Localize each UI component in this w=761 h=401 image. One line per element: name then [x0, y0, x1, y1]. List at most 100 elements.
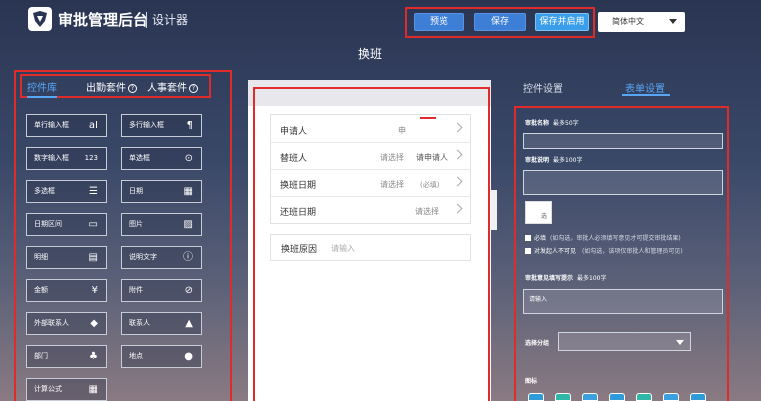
control-detail[interactable]: 明细 ▤ — [26, 246, 107, 269]
group-label: 选择分组 — [525, 340, 550, 347]
tab-label: 人事套件 — [147, 83, 187, 94]
preview-button[interactable]: 预览 — [414, 13, 464, 31]
radio-icon: ⊙ — [184, 153, 193, 164]
image-icon: ▨ — [183, 219, 193, 230]
calendar-icon: ▦ — [183, 186, 193, 197]
control-label: 日期区间 — [34, 220, 62, 228]
control-attachment[interactable]: 附件 ⊘ — [121, 279, 202, 302]
save-and-enable-button[interactable]: 保存并启用 — [535, 13, 589, 31]
tab-form-settings[interactable]: 表单设置 — [625, 80, 665, 95]
approval-icon-option[interactable] — [582, 393, 598, 401]
checkbox[interactable] — [525, 235, 531, 241]
control-image[interactable]: 图片 ▨ — [121, 213, 202, 236]
chevron-down-icon — [669, 19, 677, 24]
control-checkbox[interactable]: 多选框 ☰ — [26, 180, 107, 203]
checkbox[interactable] — [525, 248, 531, 254]
app-title: 审批管理后台 — [58, 11, 149, 29]
approval-icon-option[interactable] — [690, 393, 706, 401]
option-checkbox-card[interactable]: 选 — [525, 201, 552, 224]
control-date-range[interactable]: 日期区间 ▭ — [26, 213, 107, 236]
control-label: 明细 — [34, 253, 48, 261]
required-label: 必填 — [534, 235, 547, 242]
control-label: 图片 — [129, 220, 143, 228]
paperclip-icon: ⊘ — [184, 285, 193, 296]
control-label: 数字输入框 — [34, 154, 69, 162]
required-hint: (如勾选，审批人必须填写意见才可提交审批结果) — [550, 235, 681, 242]
preview-side-handle[interactable] — [491, 190, 497, 230]
control-formula[interactable]: 计算公式 ▦ — [26, 378, 107, 401]
active-tab-underline — [622, 94, 670, 96]
control-radio[interactable]: 单选框 ⊙ — [121, 147, 202, 170]
approval-icon-option[interactable] — [528, 393, 544, 401]
language-value: 简体中文 — [612, 17, 644, 26]
control-single-line-input[interactable]: 单行输入框 aI — [26, 114, 107, 137]
location-pin-icon: ● — [184, 351, 193, 362]
hide-label: 对发起人不可见 — [534, 248, 577, 255]
control-label: 计算公式 — [34, 385, 62, 393]
control-label: 多行输入框 — [129, 121, 164, 129]
number-icon: 123 — [84, 154, 98, 162]
approval-desc-label: 审批说明 最多100字 — [525, 157, 583, 164]
approval-name-label: 审批名称 最多50字 — [525, 120, 579, 127]
info-icon: ⓘ — [183, 252, 193, 263]
control-label: 日期 — [129, 187, 143, 195]
control-label: 部门 — [34, 352, 48, 360]
text-input-icon: aI — [88, 120, 98, 131]
tab-label: 出勤套件 — [86, 83, 126, 94]
approval-icon-option[interactable] — [636, 393, 652, 401]
tab-hr-suite[interactable]: 人事套件? — [147, 79, 198, 94]
control-number-input[interactable]: 数字输入框 123 — [26, 147, 107, 170]
control-amount[interactable]: 金额 ¥ — [26, 279, 107, 302]
control-label: 地点 — [129, 352, 143, 360]
chevron-down-icon — [676, 340, 684, 345]
tab-control-settings[interactable]: 控件设置 — [523, 80, 563, 95]
paragraph-icon: ¶ — [186, 120, 193, 131]
control-department[interactable]: 部门 ♣ — [26, 345, 107, 368]
calendar-range-icon: ▭ — [88, 219, 98, 230]
approval-name-input[interactable] — [523, 133, 723, 149]
opinion-label: 审批意见填写提示 最多100字 — [525, 275, 607, 282]
control-description-text[interactable]: 说明文字 ⓘ — [121, 246, 202, 269]
control-location[interactable]: 地点 ● — [121, 345, 202, 368]
control-external-contact[interactable]: 外部联系人 ◆ — [26, 312, 107, 335]
calculator-icon: ▦ — [88, 384, 98, 395]
opinion-input[interactable]: 请输入 — [523, 289, 723, 314]
help-icon[interactable]: ? — [189, 84, 198, 93]
page-title: 换班 — [357, 47, 382, 61]
group-select[interactable] — [558, 332, 691, 351]
language-select[interactable]: 简体中文 — [598, 12, 685, 32]
approval-name-hint: 最多50字 — [553, 120, 579, 127]
yen-icon: ¥ — [91, 285, 98, 296]
active-tab-underline — [27, 96, 57, 98]
hide-from-initiator-option[interactable]: 对发起人不可见 (如勾选，该项仅审批人和管理员可见) — [525, 246, 683, 255]
section-label: 设计器 — [152, 13, 189, 27]
save-button[interactable]: 保存 — [474, 13, 526, 31]
approval-desc-hint: 最多100字 — [553, 157, 583, 164]
org-chart-icon: ♣ — [89, 351, 98, 362]
tab-control-library[interactable]: 控件库 — [27, 79, 57, 94]
opinion-placeholder: 请输入 — [529, 296, 548, 303]
opinion-hint: 最多100字 — [577, 275, 607, 282]
approval-desc-input[interactable] — [523, 170, 723, 195]
control-label: 多选框 — [34, 187, 55, 195]
form-preview-highlight — [253, 87, 490, 401]
control-multi-line-input[interactable]: 多行输入框 ¶ — [121, 114, 202, 137]
checklist-icon: ☰ — [89, 186, 98, 197]
control-date[interactable]: 日期 ▦ — [121, 180, 202, 203]
control-label: 说明文字 — [129, 253, 157, 261]
hide-hint: (如勾选，该项仅审批人和管理员可见) — [582, 248, 683, 255]
tab-attendance-suite[interactable]: 出勤套件? — [86, 79, 137, 94]
approval-icon-option[interactable] — [663, 393, 679, 401]
approval-icon-option[interactable] — [609, 393, 625, 401]
title-divider — [146, 12, 147, 28]
control-label: 附件 — [129, 286, 143, 294]
control-label: 外部联系人 — [34, 319, 69, 327]
required-option[interactable]: 必填 (如勾选，审批人必须填写意见才可提交审批结果) — [525, 233, 681, 242]
help-icon[interactable]: ? — [128, 84, 137, 93]
control-label: 联系人 — [129, 319, 150, 327]
table-icon: ▤ — [88, 252, 98, 263]
user-icon: ▲ — [185, 318, 193, 329]
control-contact[interactable]: 联系人 ▲ — [121, 312, 202, 335]
control-label: 单行输入框 — [34, 121, 69, 129]
approval-icon-option[interactable] — [555, 393, 571, 401]
